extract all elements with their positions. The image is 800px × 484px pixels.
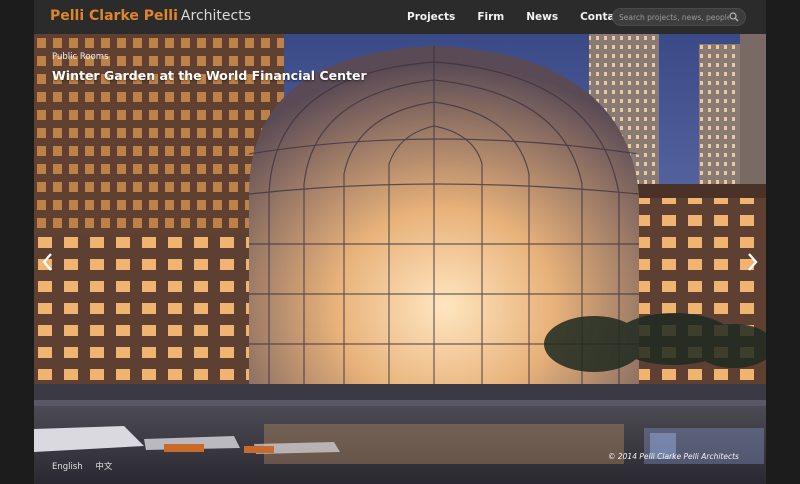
logo-brand: Pelli Clarke Pelli — [50, 8, 178, 24]
search-input[interactable] — [619, 11, 729, 24]
nav-firm[interactable]: Firm — [477, 11, 504, 23]
winter-garden-image — [34, 34, 766, 484]
copyright: © 2014 Pelli Clarke Pelli Architects — [608, 452, 739, 461]
top-bar: Pelli Clarke Pelli Architects Projects Fi… — [34, 0, 766, 34]
nav-projects[interactable]: Projects — [407, 11, 455, 23]
lang-english[interactable]: English — [52, 462, 83, 472]
language-switcher: English 中文 — [52, 460, 122, 472]
right-margin — [766, 0, 800, 484]
page-frame: Pelli Clarke Pelli Architects Projects Fi… — [34, 0, 766, 484]
hero-photo — [34, 34, 766, 484]
chevron-left-icon[interactable] — [40, 252, 56, 272]
chevron-right-icon[interactable] — [744, 252, 760, 272]
slide-title[interactable]: Winter Garden at the World Financial Cen… — [52, 68, 367, 83]
slide-caption: Public Rooms Winter Garden at the World … — [52, 52, 367, 84]
lang-chinese[interactable]: 中文 — [95, 462, 112, 472]
slide-category[interactable]: Public Rooms — [52, 52, 367, 62]
logo-suffix: Architects — [180, 8, 251, 24]
search-icon[interactable] — [729, 12, 739, 22]
nav-news[interactable]: News — [526, 11, 558, 23]
left-margin — [0, 0, 34, 484]
search-box — [612, 8, 746, 26]
logo[interactable]: Pelli Clarke Pelli Architects — [50, 8, 251, 24]
